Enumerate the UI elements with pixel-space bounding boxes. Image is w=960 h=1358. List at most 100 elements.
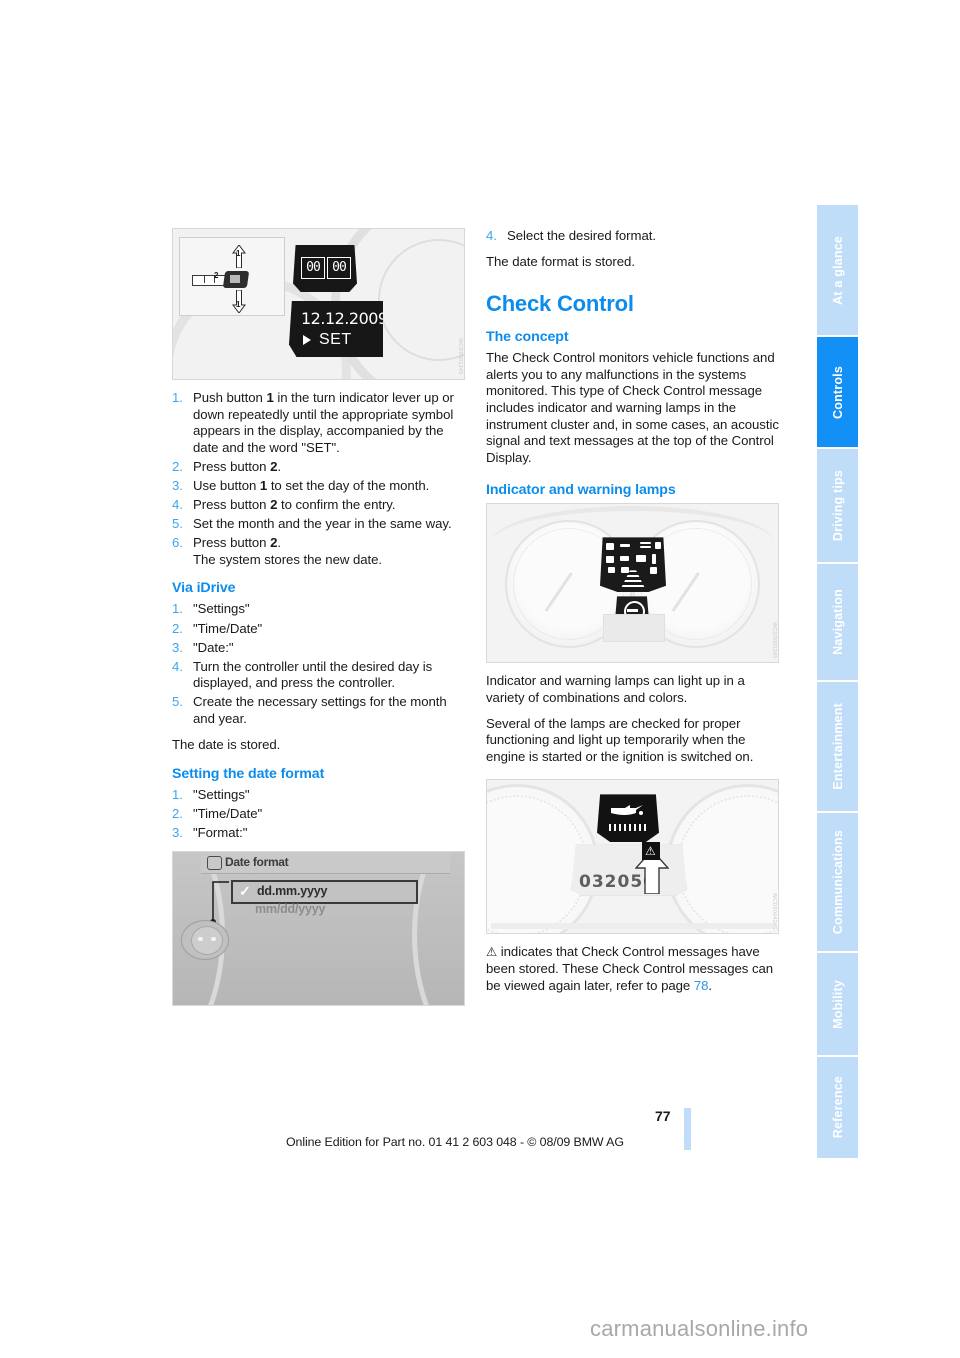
warning-triangle-icon: ⚠ xyxy=(645,844,656,859)
sidebar-item-label: Mobility xyxy=(831,979,846,1029)
list-item: "Settings" xyxy=(172,787,250,803)
oil-can-icon xyxy=(611,805,643,816)
date-value: 12.12.2009 xyxy=(301,309,388,328)
manual-page: At a glance Controls Driving tips Naviga… xyxy=(0,0,960,1358)
sidebar-item-label: Driving tips xyxy=(831,469,846,542)
paragraph-3-text-b: . xyxy=(708,977,713,993)
footer-accent-bar xyxy=(684,1108,691,1150)
list-item: Press button 2. xyxy=(172,458,281,475)
list-item: "Time/Date" xyxy=(172,806,263,822)
dial-ticks xyxy=(677,795,778,934)
left-column: 1 2 1 00 00 12.12.2009 SET WCD0001245 Pu… xyxy=(172,228,467,1016)
figure-turn-indicator-lever: 1 2 1 00 00 12.12.2009 SET WCD0001245 xyxy=(172,228,465,380)
site-watermark: carmanualsonline.info xyxy=(590,1316,809,1341)
sidebar-item-driving-tips[interactable]: Driving tips xyxy=(817,449,858,564)
knob-detail xyxy=(198,936,203,941)
dial-ticks xyxy=(487,795,588,934)
set-label: SET xyxy=(319,331,352,348)
after-step4-note: The date format is stored. xyxy=(486,253,635,269)
warning-triangle-icon: ⚠ xyxy=(486,945,498,960)
lamp-icon xyxy=(640,542,651,545)
lamps-paragraph-1: Indicator and warning lamps can light up… xyxy=(486,673,745,705)
concept-paragraph: The Check Control monitors vehicle funct… xyxy=(486,350,779,465)
sidebar-item-controls[interactable]: Controls xyxy=(817,337,858,449)
list-item: "Time/Date" xyxy=(172,620,263,637)
list-item: Push button 1 in the turn indicator leve… xyxy=(172,390,454,455)
sidebar-item-label: Navigation xyxy=(831,589,846,655)
page-reference-link[interactable]: 78 xyxy=(694,978,709,993)
list-item: "Date:" xyxy=(172,639,234,656)
lamp-icon xyxy=(620,556,629,562)
lever-tip xyxy=(230,275,240,283)
lamp-icon xyxy=(606,556,614,564)
figure-code: WCD0001245 xyxy=(457,338,463,375)
sidebar-item-communications[interactable]: Communications xyxy=(817,813,858,953)
day-digit-left: 00 xyxy=(301,257,325,279)
list-item: Select the desired format. xyxy=(486,228,656,244)
lamp-icon xyxy=(621,567,629,574)
knob-detail xyxy=(211,936,216,941)
callout-1-top: 1 xyxy=(236,249,241,258)
figure-code: WCD0004245 xyxy=(771,892,777,930)
triangle-marker-icon xyxy=(303,335,311,345)
page-number: 77 xyxy=(655,1108,671,1124)
figure-instrument-cluster: WCD0005245 xyxy=(486,503,779,664)
warning-lamp-panel xyxy=(600,537,666,593)
step-6-note: The system stores the new date. xyxy=(193,551,383,567)
idrive-controller-knob-inner xyxy=(191,925,223,955)
callout-1-bottom: 1 xyxy=(236,300,241,309)
page-title: Check Control xyxy=(486,291,634,317)
right-column: Select the desired format. The date form… xyxy=(486,228,781,1003)
manual-date-steps: Push button 1 in the turn indicator leve… xyxy=(172,390,467,568)
figure-code: WCD0005245 xyxy=(771,621,777,659)
lamp-icon xyxy=(650,567,657,575)
check-control-warning-badge: ⚠ xyxy=(642,842,660,861)
lamp-icon xyxy=(636,555,646,563)
callout-2: 2 xyxy=(214,271,219,280)
lever-detail-inset: 1 2 1 xyxy=(179,237,285,316)
sidebar-item-label: Communications xyxy=(831,829,846,935)
heading-indicator-warning-lamps: Indicator and warning lamps xyxy=(486,482,676,499)
heading-via-idrive: Via iDrive xyxy=(172,580,236,597)
lamp-icon xyxy=(606,543,614,551)
sidebar-item-label: At a glance xyxy=(831,235,846,305)
cluster-base xyxy=(491,923,774,930)
lamp-icon xyxy=(655,542,661,550)
sidebar-item-reference[interactable]: Reference xyxy=(817,1057,858,1158)
sidebar-item-at-a-glance[interactable]: At a glance xyxy=(817,205,858,337)
lamp-icon xyxy=(608,567,615,574)
date-format-steps: "Settings" "Time/Date" "Format:" xyxy=(172,787,467,842)
list-item: Create the necessary settings for the mo… xyxy=(172,694,447,726)
heading-setting-date-format: Setting the date format xyxy=(172,766,325,783)
lamps-paragraph-2: Several of the lamps are checked for pro… xyxy=(486,715,754,764)
list-item: Use button 1 to set the day of the month… xyxy=(172,477,430,494)
figure-date-format-menu: Date format ✓ dd.mm.yyyy mm/dd/yyyy xyxy=(172,850,465,1006)
chapter-tab-sidebar: At a glance Controls Driving tips Naviga… xyxy=(817,205,858,1158)
via-idrive-steps: "Settings" "Time/Date" "Date:" Turn the … xyxy=(172,601,467,727)
sidebar-item-navigation[interactable]: Navigation xyxy=(817,564,858,682)
oil-level-waves-icon xyxy=(609,824,647,832)
list-item: Set the month and the year in the same w… xyxy=(172,516,452,532)
list-item: "Format:" xyxy=(172,825,248,841)
lamp-icon xyxy=(640,546,651,549)
instrument-day-display: 00 00 xyxy=(293,245,357,292)
lamp-icon xyxy=(620,544,630,548)
paragraph-3-text-a: indicates that Check Control messages ha… xyxy=(486,944,774,993)
engine-oil-warning-lamp xyxy=(597,794,659,843)
list-item: Turn the controller until the desired da… xyxy=(172,658,433,691)
list-item: Press button 2 to confirm the entry. xyxy=(172,497,396,513)
day-digit-right: 00 xyxy=(327,257,351,279)
sidebar-item-label: Controls xyxy=(831,365,846,419)
instrument-date-display: 12.12.2009 SET xyxy=(289,301,383,357)
list-item: "Settings" xyxy=(172,601,250,617)
via-idrive-closing: The date is stored. xyxy=(172,736,281,752)
lane-departure-icon xyxy=(620,570,646,591)
sidebar-item-entertainment[interactable]: Entertainment xyxy=(817,682,858,813)
figure-check-control-indicator: 032050 ⚠ WCD0004245 xyxy=(486,779,779,935)
footer-edition-line: Online Edition for Part no. 01 41 2 603 … xyxy=(286,1135,624,1149)
sidebar-item-label: Reference xyxy=(831,1076,846,1139)
lamp-icon xyxy=(652,554,656,565)
sidebar-item-label: Entertainment xyxy=(831,703,846,790)
sidebar-item-mobility[interactable]: Mobility xyxy=(817,953,858,1057)
list-item: Press button 2. The system stores the new… xyxy=(172,535,467,568)
